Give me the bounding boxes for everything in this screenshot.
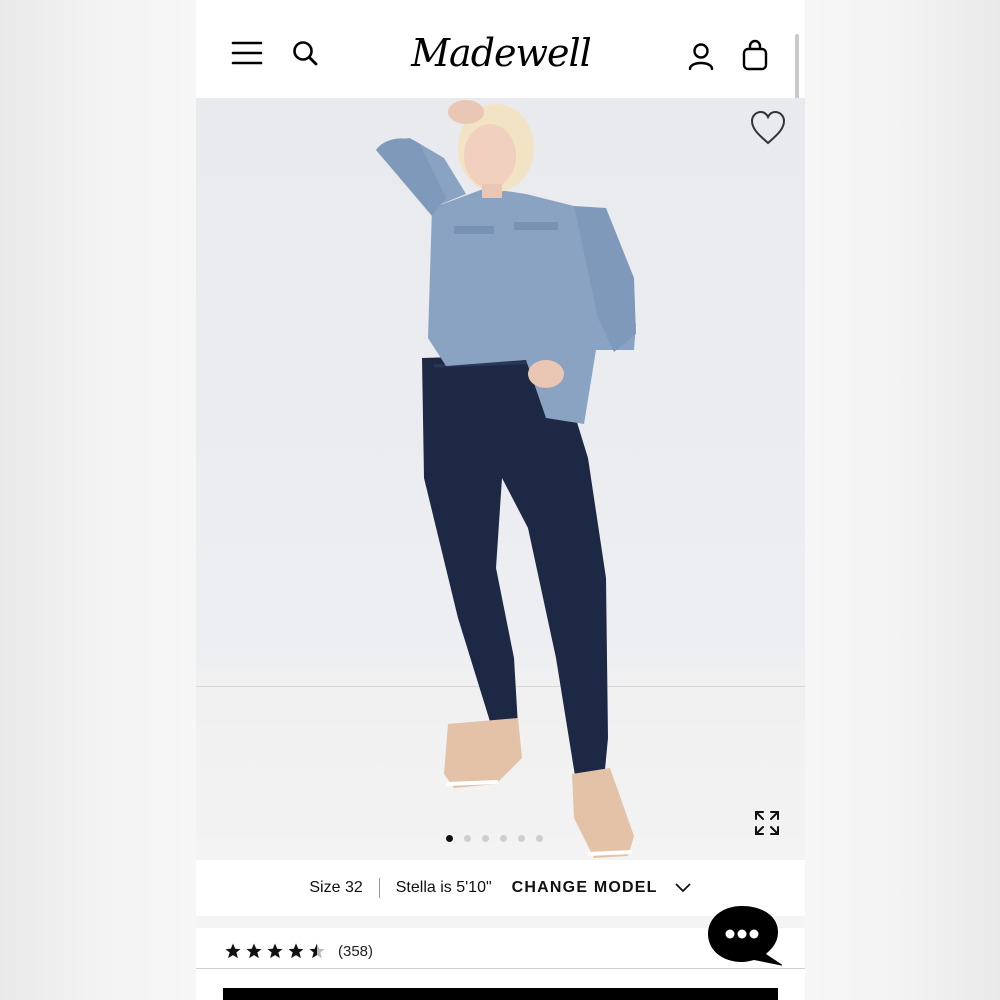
product-image[interactable] <box>196 98 805 860</box>
change-model-button[interactable]: CHANGE MODEL <box>512 879 658 897</box>
menu-icon[interactable] <box>230 38 264 68</box>
model-height-text: Stella is 5'10" <box>395 879 492 896</box>
add-to-bag-button[interactable] <box>223 988 778 1000</box>
carousel-dot-4[interactable] <box>500 835 507 842</box>
mobile-page: Madewell Size 32 Stella is 5'10" CHANGE … <box>196 0 805 1000</box>
model-photo <box>376 100 636 858</box>
chevron-down-icon[interactable] <box>674 879 692 897</box>
expand-icon[interactable] <box>752 808 782 838</box>
carousel-dot-6[interactable] <box>536 835 543 842</box>
chat-bubble-icon[interactable] <box>706 904 784 966</box>
half-star-icon <box>309 943 325 959</box>
divider <box>378 878 380 898</box>
star-icon <box>225 943 241 959</box>
star-rating <box>224 942 326 960</box>
site-header: Madewell <box>196 0 805 196</box>
divider <box>196 968 805 969</box>
star-icon <box>267 943 283 959</box>
search-icon[interactable] <box>290 38 320 68</box>
review-count[interactable]: (358) <box>338 943 373 960</box>
carousel-dot-1[interactable] <box>446 835 453 842</box>
carousel-dot-5[interactable] <box>518 835 525 842</box>
model-size-text: Size 32 <box>309 879 363 896</box>
heart-outline-icon[interactable] <box>748 108 788 148</box>
account-icon[interactable] <box>686 40 716 72</box>
carousel-dot-2[interactable] <box>464 835 471 842</box>
star-icon <box>246 943 262 959</box>
brand-logo[interactable]: Madewell <box>411 28 592 78</box>
bag-icon[interactable] <box>740 38 770 72</box>
carousel-dot-3[interactable] <box>482 835 489 842</box>
star-icon <box>288 943 304 959</box>
rating-summary[interactable]: (358) <box>224 942 373 960</box>
carousel-dots <box>446 835 543 842</box>
